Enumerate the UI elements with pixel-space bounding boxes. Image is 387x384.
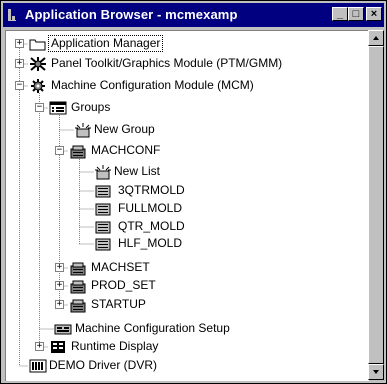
display-icon xyxy=(51,341,65,353)
tree-item-panel-toolkit[interactable]: + Panel Toolkit/Graphics Module (PTM/GMM… xyxy=(6,54,369,74)
close-button[interactable]: × xyxy=(366,7,382,21)
tree-item-new-list[interactable]: New List xyxy=(6,162,369,182)
group-folder-icon xyxy=(70,299,86,313)
application-tree[interactable]: + Application Manager + Panel Toolkit/Gr… xyxy=(5,30,369,381)
expand-toggle[interactable]: + xyxy=(55,281,64,290)
list-grid-icon xyxy=(49,101,67,115)
tree-item-runtime-display[interactable]: + Runtime Display xyxy=(6,337,369,357)
scroll-down-button[interactable] xyxy=(368,364,384,380)
tree-item-mcm[interactable]: − Machine Configuration Module (MCM) xyxy=(6,76,369,96)
tree-item-label[interactable]: DEMO Driver (DVR) xyxy=(47,358,159,373)
scroll-thumb[interactable] xyxy=(368,46,384,364)
new-item-icon xyxy=(75,123,91,138)
scroll-up-button[interactable] xyxy=(368,30,384,46)
tree-item-label[interactable]: Machine Configuration Module (MCM) xyxy=(49,78,256,93)
list-icon xyxy=(95,185,111,198)
list-icon xyxy=(95,203,111,216)
gear-icon xyxy=(31,79,45,93)
tree-item-new-group[interactable]: New Group xyxy=(6,120,369,140)
tree-item-groups[interactable]: − Groups xyxy=(6,98,369,118)
tree-item-demo-driver[interactable]: DEMO Driver (DVR) xyxy=(6,356,369,376)
tree-item-startup[interactable]: + STARTUP xyxy=(6,295,369,315)
tree-item-machine-configuration-setup[interactable]: Machine Configuration Setup xyxy=(6,319,369,339)
tree-item-label[interactable]: Runtime Display xyxy=(69,339,160,354)
tree-item-label[interactable]: QTR_MOLD xyxy=(116,219,187,234)
vertical-scrollbar[interactable] xyxy=(368,30,384,380)
group-folder-icon xyxy=(70,280,86,294)
minimize-button[interactable]: _ xyxy=(332,7,348,21)
tree-item-label[interactable]: PROD_SET xyxy=(89,278,158,293)
folder-icon xyxy=(29,39,46,51)
title-bar[interactable]: Application Browser - mcmexamp _ □ × xyxy=(3,3,384,27)
collapse-toggle[interactable]: − xyxy=(35,103,44,112)
tree-item-label[interactable]: Groups xyxy=(69,100,112,115)
tree-item-label[interactable]: New List xyxy=(112,164,162,179)
tree-item-label[interactable]: New Group xyxy=(92,122,157,137)
expand-toggle[interactable]: + xyxy=(55,263,64,272)
arrow-down-icon xyxy=(373,370,379,374)
expand-toggle[interactable]: + xyxy=(15,39,24,48)
tree-item-label[interactable]: FULLMOLD xyxy=(116,201,184,216)
tree-item-label[interactable]: Panel Toolkit/Graphics Module (PTM/GMM) xyxy=(49,56,284,71)
arrow-up-icon xyxy=(373,36,379,40)
maximize-icon: □ xyxy=(352,8,360,20)
tools-icon xyxy=(30,57,46,71)
expand-toggle[interactable]: + xyxy=(35,342,44,351)
collapse-toggle[interactable]: − xyxy=(15,81,24,90)
tree-item-hlf-mold[interactable]: HLF_MOLD xyxy=(6,234,369,254)
driver-icon xyxy=(29,359,47,373)
maximize-button[interactable]: □ xyxy=(348,7,364,21)
tree-item-machconf[interactable]: − MACHCONF xyxy=(6,141,369,161)
tree-item-application-manager[interactable]: + Application Manager xyxy=(6,34,369,54)
tree-item-label[interactable]: STARTUP xyxy=(89,297,148,312)
list-icon xyxy=(95,221,111,234)
tree-item-label[interactable]: Machine Configuration Setup xyxy=(73,321,232,336)
collapse-toggle[interactable]: − xyxy=(55,146,64,155)
tree-item-3qtrmold[interactable]: 3QTRMOLD xyxy=(6,181,369,201)
group-folder-icon xyxy=(70,145,86,159)
tree-item-label[interactable]: 3QTRMOLD xyxy=(116,183,187,198)
minimize-icon: _ xyxy=(336,8,344,20)
tree-item-label[interactable]: Application Manager xyxy=(47,35,164,52)
expand-toggle[interactable]: + xyxy=(55,300,64,309)
group-folder-icon xyxy=(70,262,86,276)
window-title: Application Browser - mcmexamp xyxy=(25,7,238,22)
tree-item-fullmold[interactable]: FULLMOLD xyxy=(6,199,369,219)
setup-icon xyxy=(54,324,72,335)
tree-item-prod-set[interactable]: + PROD_SET xyxy=(6,276,369,296)
tree-item-label[interactable]: MACHCONF xyxy=(89,143,162,158)
tree-item-machset[interactable]: + MACHSET xyxy=(6,258,369,278)
list-icon xyxy=(95,238,111,251)
tree-item-label[interactable]: MACHSET xyxy=(89,260,152,275)
application-browser-window: Application Browser - mcmexamp _ □ × + A… xyxy=(0,0,387,384)
tree-item-label[interactable]: HLF_MOLD xyxy=(116,236,184,251)
expand-toggle[interactable]: + xyxy=(15,59,24,68)
close-icon: × xyxy=(370,8,378,20)
app-system-icon[interactable] xyxy=(6,7,22,23)
new-item-icon xyxy=(95,165,111,180)
